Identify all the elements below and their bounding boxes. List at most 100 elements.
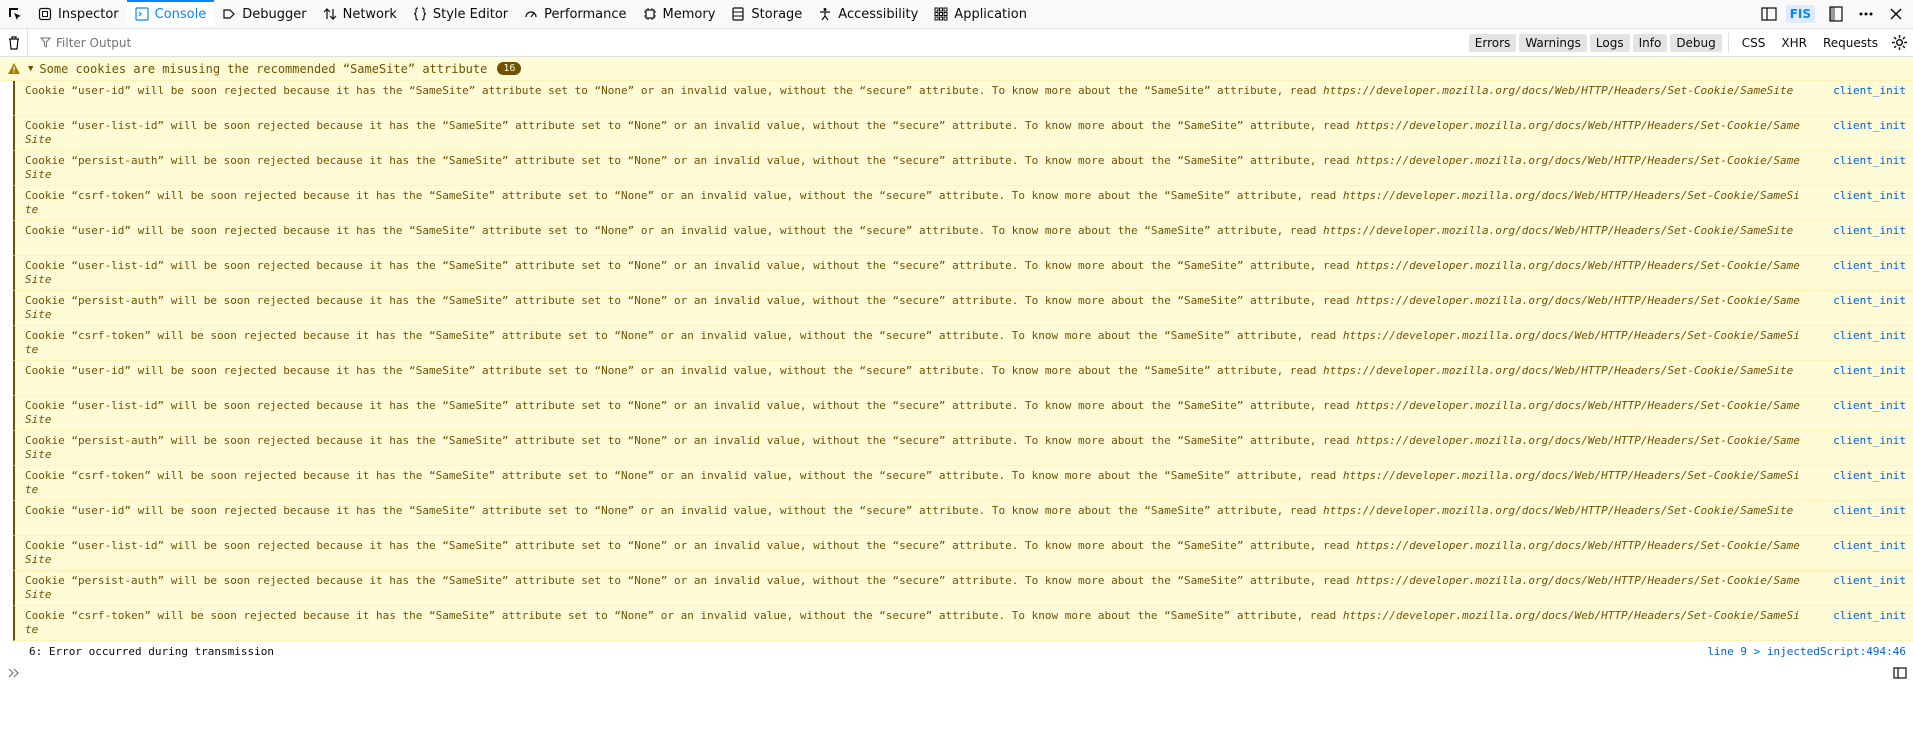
filter-output-input[interactable]: [56, 35, 456, 50]
warning-message-row: Cookie “user-list-id” will be soon rejec…: [13, 536, 1913, 571]
warning-message-row: Cookie “persist-auth” will be soon rejec…: [13, 571, 1913, 606]
debugger-icon: [222, 7, 236, 21]
warning-message-row: Cookie “csrf-token” will be soon rejecte…: [13, 186, 1913, 221]
message-source-link[interactable]: client_init: [1833, 364, 1906, 377]
mdn-link[interactable]: https://developer.mozilla.org/docs/Web/H…: [1323, 84, 1793, 97]
warning-message-row: Cookie “persist-auth” will be soon rejec…: [13, 291, 1913, 326]
message-source-link[interactable]: client_init: [1833, 294, 1906, 307]
performance-icon: [524, 7, 538, 21]
style-editor-icon: [413, 7, 427, 21]
filter-warnings-button[interactable]: Warnings: [1519, 33, 1587, 52]
warning-message-row: Cookie “csrf-token” will be soon rejecte…: [13, 606, 1913, 641]
message-source-link[interactable]: client_init: [1833, 539, 1906, 552]
message-source-link[interactable]: client_init: [1833, 469, 1906, 482]
tab-accessibility[interactable]: Accessibility: [810, 0, 926, 28]
mdn-link[interactable]: https://developer.mozilla.org/docs/Web/H…: [1323, 504, 1793, 517]
warning-message-row: Cookie “user-id” will be soon rejected b…: [13, 221, 1913, 256]
message-body: Cookie “user-id” will be soon rejected b…: [25, 224, 1324, 237]
filter-css-button[interactable]: CSS: [1735, 34, 1773, 52]
tab-console[interactable]: Console: [126, 0, 215, 28]
message-source-link[interactable]: client_init: [1833, 504, 1906, 517]
message-body: Cookie “user-id” will be soon rejected b…: [25, 84, 1324, 97]
warning-group-title: Some cookies are misusing the recommende…: [39, 61, 488, 76]
memory-icon: [643, 7, 657, 21]
clear-console-button[interactable]: [0, 29, 28, 56]
message-body: Cookie “csrf-token” will be soon rejecte…: [25, 189, 1343, 202]
message-source-link[interactable]: client_init: [1833, 84, 1906, 97]
ellipsis-icon: [1859, 12, 1873, 16]
warning-message-row: Cookie “csrf-token” will be soon rejecte…: [13, 326, 1913, 361]
more-options-button[interactable]: [1853, 2, 1879, 26]
message-source-link[interactable]: client_init: [1833, 609, 1906, 622]
message-source-link[interactable]: client_init: [1833, 189, 1906, 202]
filter-xhr-button[interactable]: XHR: [1774, 34, 1814, 52]
message-source-link[interactable]: client_init: [1833, 434, 1906, 447]
chevron-down-icon[interactable]: ▼: [28, 64, 33, 74]
tab-label: Application: [954, 6, 1027, 22]
responsive-design-button[interactable]: [1756, 2, 1782, 26]
tab-debugger[interactable]: Debugger: [214, 0, 314, 28]
tab-label: Network: [342, 6, 397, 22]
message-body: Cookie “persist-auth” will be soon rejec…: [25, 574, 1357, 587]
tab-inspector[interactable]: Inspector: [30, 0, 127, 28]
tab-storage[interactable]: Storage: [723, 0, 810, 28]
message-source-link[interactable]: client_init: [1833, 399, 1906, 412]
tab-label: Storage: [751, 6, 803, 22]
editor-mode-toggle[interactable]: [1887, 666, 1913, 679]
filter-requests-button[interactable]: Requests: [1816, 34, 1885, 52]
warning-message-text: Cookie “csrf-token” will be soon rejecte…: [25, 189, 1800, 217]
fis-button[interactable]: FIS: [1785, 5, 1815, 23]
tab-label: Console: [154, 6, 207, 22]
dock-icon: [1829, 6, 1843, 22]
message-body: Cookie “persist-auth” will be soon rejec…: [25, 154, 1357, 167]
message-body: Cookie “user-list-id” will be soon rejec…: [25, 119, 1357, 132]
message-source-link[interactable]: client_init: [1833, 329, 1906, 342]
mdn-link[interactable]: https://developer.mozilla.org/docs/Web/H…: [1323, 364, 1793, 377]
warning-message-text: Cookie “csrf-token” will be soon rejecte…: [25, 329, 1800, 357]
network-icon: [323, 7, 337, 21]
warning-icon: [0, 63, 28, 74]
message-body: Cookie “csrf-token” will be soon rejecte…: [25, 329, 1343, 342]
tab-performance[interactable]: Performance: [516, 0, 634, 28]
warning-message-text: Cookie “persist-auth” will be soon rejec…: [25, 154, 1800, 182]
inspector-icon: [38, 7, 52, 21]
message-body: Cookie “user-list-id” will be soon rejec…: [25, 399, 1357, 412]
warning-message-text: Cookie “user-list-id” will be soon rejec…: [25, 119, 1800, 147]
message-body: Cookie “user-id” will be soon rejected b…: [25, 364, 1324, 377]
editor-icon: [1893, 666, 1907, 679]
warning-message-row: Cookie “csrf-token” will be soon rejecte…: [13, 466, 1913, 501]
tab-memory[interactable]: Memory: [635, 0, 724, 28]
message-source-link[interactable]: client_init: [1833, 119, 1906, 132]
mdn-link[interactable]: https://developer.mozilla.org/docs/Web/H…: [1323, 224, 1793, 237]
console-icon: [135, 7, 149, 21]
tab-label: Inspector: [58, 6, 119, 22]
warning-message-row: Cookie “persist-auth” will be soon rejec…: [13, 151, 1913, 186]
tab-application[interactable]: Application: [926, 0, 1035, 28]
log-source-link[interactable]: line 9 > injectedScript:494:46: [1707, 645, 1906, 658]
message-body: Cookie “persist-auth” will be soon rejec…: [25, 434, 1357, 447]
warning-message-text: Cookie “user-list-id” will be soon rejec…: [25, 539, 1800, 567]
filter-info-button[interactable]: Info: [1632, 33, 1668, 52]
tab-style-editor[interactable]: Style Editor: [405, 0, 516, 28]
request-type-filters: CSS XHR Requests: [1729, 34, 1885, 52]
filter-icon: [40, 37, 51, 48]
filter-errors-button[interactable]: Errors: [1468, 33, 1517, 52]
filter-logs-button[interactable]: Logs: [1589, 33, 1630, 52]
tab-label: Debugger: [242, 6, 307, 22]
message-source-link[interactable]: client_init: [1833, 154, 1906, 167]
message-source-link[interactable]: client_init: [1833, 224, 1906, 237]
element-picker-icon: [9, 8, 21, 20]
message-source-link[interactable]: client_init: [1833, 259, 1906, 272]
console-filter-bar: ErrorsWarningsLogsInfoDebug CSSXHRReques…: [0, 29, 1913, 57]
element-picker-button[interactable]: [0, 0, 30, 28]
warning-message-text: Cookie “user-id” will be soon rejected b…: [25, 364, 1800, 378]
close-devtools-button[interactable]: [1883, 2, 1909, 26]
warning-group-header[interactable]: ▼ Some cookies are misusing the recommen…: [0, 57, 1913, 81]
tab-network[interactable]: Network: [315, 0, 405, 28]
message-body: Cookie “csrf-token” will be soon rejecte…: [25, 609, 1343, 622]
filter-output-field[interactable]: [28, 29, 1469, 56]
filter-debug-button[interactable]: Debug: [1670, 33, 1722, 52]
console-settings-button[interactable]: [1885, 35, 1913, 50]
dock-button[interactable]: [1823, 2, 1849, 26]
message-source-link[interactable]: client_init: [1833, 574, 1906, 587]
